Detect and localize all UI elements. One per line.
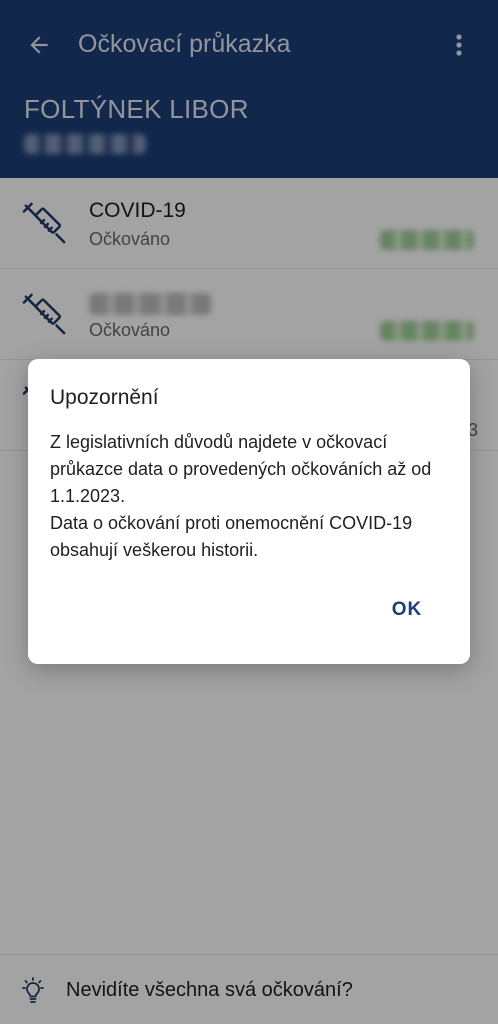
dialog-body-paragraph-2: Data o očkování proti onemocnění COVID-1… [50,513,413,560]
ok-button[interactable]: OK [374,588,440,632]
dialog-body-paragraph-1: Z legislativních důvodů najdete v očkova… [50,432,432,506]
dialog-title: Upozornění [50,386,159,409]
notice-dialog: Upozornění Z legislativních důvodů najde… [28,359,470,664]
dialog-body: Z legislativních důvodů najdete v očkova… [50,429,458,564]
